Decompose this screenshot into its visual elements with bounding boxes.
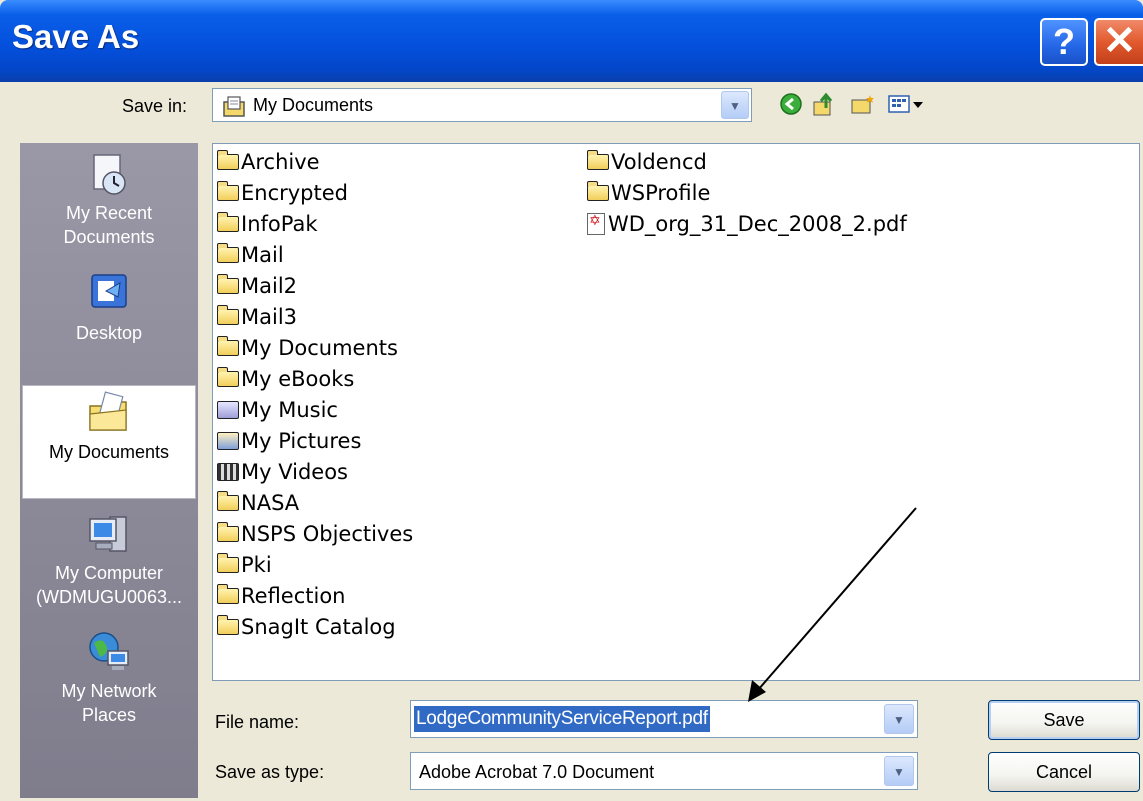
list-item[interactable]: Archive bbox=[217, 146, 413, 177]
pdf-file-icon bbox=[587, 212, 605, 235]
list-item[interactable]: My Documents bbox=[217, 332, 413, 363]
place-label: My Computer (WDMUGU0063... bbox=[35, 563, 183, 607]
folder-icon bbox=[217, 521, 239, 542]
save-in-value: My Documents bbox=[253, 95, 374, 115]
folder-icon bbox=[217, 180, 239, 201]
file-name-label: File name: bbox=[215, 712, 300, 732]
folder-icon bbox=[217, 304, 239, 325]
back-icon[interactable] bbox=[779, 92, 803, 118]
my-computer-icon bbox=[86, 511, 132, 557]
file-name-input[interactable]: LodgeCommunityServiceReport.pdf ▼ bbox=[410, 700, 918, 738]
folder-icon bbox=[587, 180, 609, 201]
folder-icon bbox=[217, 614, 239, 635]
cancel-button[interactable]: Cancel bbox=[988, 752, 1140, 792]
file-column-1: Archive Encrypted InfoPak Mail Mail2 Mai… bbox=[217, 146, 413, 642]
up-folder-icon[interactable] bbox=[812, 92, 836, 118]
folder-icon bbox=[217, 583, 239, 604]
place-label: My Recent Documents bbox=[63, 203, 155, 247]
videos-folder-icon bbox=[217, 462, 239, 481]
place-label: My Network Places bbox=[61, 681, 157, 725]
place-my-documents[interactable]: My Documents bbox=[22, 385, 196, 499]
chevron-down-icon[interactable]: ▼ bbox=[884, 756, 914, 786]
save-button[interactable]: Save bbox=[988, 700, 1140, 740]
folder-icon bbox=[217, 366, 239, 387]
places-bar: My Recent Documents Desktop My Documents… bbox=[20, 143, 198, 798]
place-label: Desktop bbox=[75, 323, 143, 343]
folder-icon bbox=[217, 273, 239, 294]
list-item[interactable]: Mail3 bbox=[217, 301, 413, 332]
network-places-icon bbox=[86, 629, 132, 675]
help-button[interactable]: ? bbox=[1040, 18, 1088, 66]
list-item[interactable]: Mail bbox=[217, 239, 413, 270]
list-item[interactable]: InfoPak bbox=[217, 208, 413, 239]
list-item[interactable]: Reflection bbox=[217, 580, 413, 611]
save-in-dropdown[interactable]: My Documents ▼ bbox=[212, 88, 752, 122]
file-column-2: Voldencd WSProfile WD_org_31_Dec_2008_2.… bbox=[587, 146, 907, 239]
list-item[interactable]: NASA bbox=[217, 487, 413, 518]
window-title: Save As bbox=[12, 18, 140, 55]
list-item[interactable]: My Music bbox=[217, 394, 413, 425]
views-menu-icon[interactable] bbox=[887, 92, 927, 118]
list-item[interactable]: My Pictures bbox=[217, 425, 413, 456]
list-item[interactable]: Encrypted bbox=[217, 177, 413, 208]
recent-documents-icon bbox=[86, 151, 132, 197]
desktop-icon bbox=[86, 271, 132, 317]
place-desktop[interactable]: Desktop bbox=[20, 271, 198, 345]
list-item[interactable]: Voldencd bbox=[587, 146, 907, 177]
place-my-computer[interactable]: My Computer (WDMUGU0063... bbox=[20, 511, 198, 609]
list-item[interactable]: Pki bbox=[217, 549, 413, 580]
chevron-down-icon[interactable]: ▼ bbox=[884, 704, 914, 734]
list-item[interactable]: My eBooks bbox=[217, 363, 413, 394]
folder-icon bbox=[217, 211, 239, 232]
place-label: My Documents bbox=[48, 442, 170, 462]
folder-icon bbox=[217, 242, 239, 263]
my-documents-small-icon bbox=[223, 96, 245, 117]
file-name-value: LodgeCommunityServiceReport.pdf bbox=[414, 706, 710, 732]
folder-icon bbox=[587, 149, 609, 170]
my-documents-icon bbox=[86, 390, 132, 436]
music-folder-icon bbox=[217, 400, 239, 419]
new-folder-icon[interactable] bbox=[850, 92, 874, 118]
folder-icon bbox=[217, 552, 239, 573]
list-item[interactable]: Mail2 bbox=[217, 270, 413, 301]
list-item[interactable]: NSPS Objectives bbox=[217, 518, 413, 549]
place-my-recent-documents[interactable]: My Recent Documents bbox=[20, 151, 198, 249]
folder-icon bbox=[217, 335, 239, 356]
folder-icon bbox=[217, 490, 239, 511]
list-item[interactable]: My Videos bbox=[217, 456, 413, 487]
file-list[interactable]: Archive Encrypted InfoPak Mail Mail2 Mai… bbox=[212, 143, 1140, 681]
folder-icon bbox=[217, 149, 239, 170]
save-as-type-dropdown[interactable]: Adobe Acrobat 7.0 Document ▼ bbox=[410, 752, 918, 790]
title-bar: Save As ? ✕ bbox=[0, 0, 1143, 82]
save-in-label: Save in: bbox=[122, 96, 188, 116]
close-button[interactable]: ✕ bbox=[1094, 18, 1143, 66]
save-as-type-value: Adobe Acrobat 7.0 Document bbox=[419, 762, 655, 782]
list-item[interactable]: SnagIt Catalog bbox=[217, 611, 413, 642]
list-item[interactable]: WSProfile bbox=[587, 177, 907, 208]
list-item[interactable]: WD_org_31_Dec_2008_2.pdf bbox=[587, 208, 907, 239]
chevron-down-icon[interactable]: ▼ bbox=[721, 91, 749, 119]
pictures-folder-icon bbox=[217, 431, 239, 450]
place-my-network-places[interactable]: My Network Places bbox=[20, 629, 198, 727]
save-as-type-label: Save as type: bbox=[215, 762, 325, 782]
